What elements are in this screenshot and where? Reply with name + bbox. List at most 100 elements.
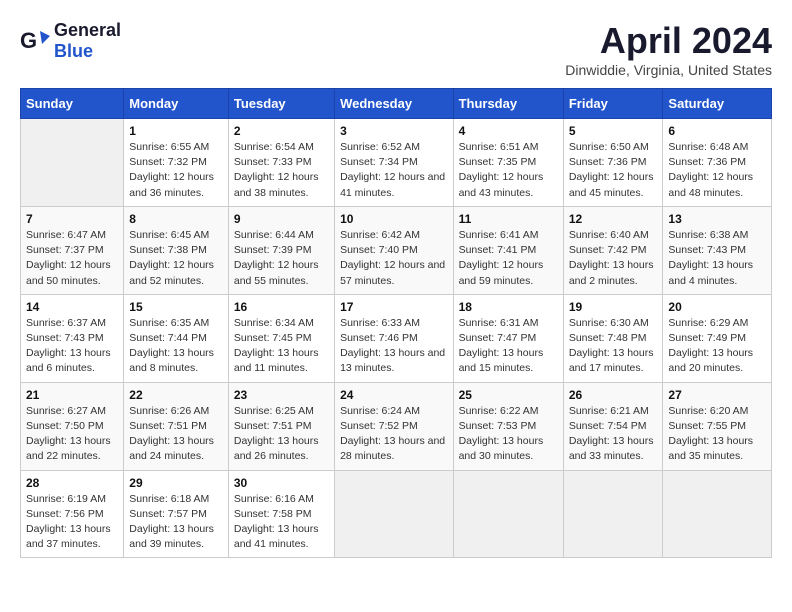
day-info: Sunrise: 6:37 AMSunset: 7:43 PMDaylight:… — [26, 316, 118, 377]
day-info: Sunrise: 6:48 AMSunset: 7:36 PMDaylight:… — [668, 140, 766, 201]
day-cell: 20 Sunrise: 6:29 AMSunset: 7:49 PMDaylig… — [663, 294, 772, 382]
day-cell: 6 Sunrise: 6:48 AMSunset: 7:36 PMDayligh… — [663, 119, 772, 207]
day-number: 16 — [234, 300, 329, 314]
day-number: 9 — [234, 212, 329, 226]
day-cell: 26 Sunrise: 6:21 AMSunset: 7:54 PMDaylig… — [563, 382, 663, 470]
header: G General Blue April 2024 Dinwiddie, Vir… — [20, 20, 772, 78]
calendar-table: SundayMondayTuesdayWednesdayThursdayFrid… — [20, 88, 772, 558]
day-info: Sunrise: 6:19 AMSunset: 7:56 PMDaylight:… — [26, 492, 118, 553]
day-cell: 16 Sunrise: 6:34 AMSunset: 7:45 PMDaylig… — [228, 294, 334, 382]
day-number: 8 — [129, 212, 223, 226]
day-cell: 8 Sunrise: 6:45 AMSunset: 7:38 PMDayligh… — [124, 206, 229, 294]
day-number: 26 — [569, 388, 658, 402]
week-row-2: 14 Sunrise: 6:37 AMSunset: 7:43 PMDaylig… — [21, 294, 772, 382]
day-info: Sunrise: 6:18 AMSunset: 7:57 PMDaylight:… — [129, 492, 223, 553]
day-info: Sunrise: 6:16 AMSunset: 7:58 PMDaylight:… — [234, 492, 329, 553]
day-number: 22 — [129, 388, 223, 402]
day-number: 12 — [569, 212, 658, 226]
day-info: Sunrise: 6:26 AMSunset: 7:51 PMDaylight:… — [129, 404, 223, 465]
day-number: 14 — [26, 300, 118, 314]
day-cell: 29 Sunrise: 6:18 AMSunset: 7:57 PMDaylig… — [124, 470, 229, 558]
week-row-4: 28 Sunrise: 6:19 AMSunset: 7:56 PMDaylig… — [21, 470, 772, 558]
logo-general: General — [54, 20, 121, 40]
day-cell: 15 Sunrise: 6:35 AMSunset: 7:44 PMDaylig… — [124, 294, 229, 382]
day-cell: 1 Sunrise: 6:55 AMSunset: 7:32 PMDayligh… — [124, 119, 229, 207]
day-cell — [21, 119, 124, 207]
day-info: Sunrise: 6:29 AMSunset: 7:49 PMDaylight:… — [668, 316, 766, 377]
day-number: 2 — [234, 124, 329, 138]
day-info: Sunrise: 6:25 AMSunset: 7:51 PMDaylight:… — [234, 404, 329, 465]
day-number: 25 — [459, 388, 558, 402]
day-cell: 22 Sunrise: 6:26 AMSunset: 7:51 PMDaylig… — [124, 382, 229, 470]
day-cell: 18 Sunrise: 6:31 AMSunset: 7:47 PMDaylig… — [453, 294, 563, 382]
day-cell: 14 Sunrise: 6:37 AMSunset: 7:43 PMDaylig… — [21, 294, 124, 382]
day-number: 23 — [234, 388, 329, 402]
day-cell: 7 Sunrise: 6:47 AMSunset: 7:37 PMDayligh… — [21, 206, 124, 294]
logo-icon: G — [20, 26, 50, 56]
col-header-monday: Monday — [124, 89, 229, 119]
day-info: Sunrise: 6:22 AMSunset: 7:53 PMDaylight:… — [459, 404, 558, 465]
day-info: Sunrise: 6:47 AMSunset: 7:37 PMDaylight:… — [26, 228, 118, 289]
week-row-1: 7 Sunrise: 6:47 AMSunset: 7:37 PMDayligh… — [21, 206, 772, 294]
day-cell: 2 Sunrise: 6:54 AMSunset: 7:33 PMDayligh… — [228, 119, 334, 207]
day-info: Sunrise: 6:50 AMSunset: 7:36 PMDaylight:… — [569, 140, 658, 201]
day-cell: 21 Sunrise: 6:27 AMSunset: 7:50 PMDaylig… — [21, 382, 124, 470]
day-info: Sunrise: 6:51 AMSunset: 7:35 PMDaylight:… — [459, 140, 558, 201]
day-info: Sunrise: 6:45 AMSunset: 7:38 PMDaylight:… — [129, 228, 223, 289]
day-info: Sunrise: 6:42 AMSunset: 7:40 PMDaylight:… — [340, 228, 447, 289]
day-info: Sunrise: 6:55 AMSunset: 7:32 PMDaylight:… — [129, 140, 223, 201]
day-number: 1 — [129, 124, 223, 138]
day-number: 28 — [26, 476, 118, 490]
main-title: April 2024 — [565, 20, 772, 62]
title-area: April 2024 Dinwiddie, Virginia, United S… — [565, 20, 772, 78]
day-number: 30 — [234, 476, 329, 490]
day-cell: 24 Sunrise: 6:24 AMSunset: 7:52 PMDaylig… — [335, 382, 453, 470]
col-header-thursday: Thursday — [453, 89, 563, 119]
logo-blue: Blue — [54, 41, 93, 61]
day-cell — [453, 470, 563, 558]
day-cell: 27 Sunrise: 6:20 AMSunset: 7:55 PMDaylig… — [663, 382, 772, 470]
day-cell: 17 Sunrise: 6:33 AMSunset: 7:46 PMDaylig… — [335, 294, 453, 382]
day-cell — [335, 470, 453, 558]
col-header-friday: Friday — [563, 89, 663, 119]
day-cell: 9 Sunrise: 6:44 AMSunset: 7:39 PMDayligh… — [228, 206, 334, 294]
day-info: Sunrise: 6:34 AMSunset: 7:45 PMDaylight:… — [234, 316, 329, 377]
day-info: Sunrise: 6:30 AMSunset: 7:48 PMDaylight:… — [569, 316, 658, 377]
week-row-0: 1 Sunrise: 6:55 AMSunset: 7:32 PMDayligh… — [21, 119, 772, 207]
day-number: 20 — [668, 300, 766, 314]
day-number: 24 — [340, 388, 447, 402]
day-number: 10 — [340, 212, 447, 226]
day-number: 27 — [668, 388, 766, 402]
svg-text:G: G — [20, 28, 37, 53]
day-info: Sunrise: 6:24 AMSunset: 7:52 PMDaylight:… — [340, 404, 447, 465]
day-info: Sunrise: 6:35 AMSunset: 7:44 PMDaylight:… — [129, 316, 223, 377]
day-info: Sunrise: 6:54 AMSunset: 7:33 PMDaylight:… — [234, 140, 329, 201]
day-cell: 11 Sunrise: 6:41 AMSunset: 7:41 PMDaylig… — [453, 206, 563, 294]
day-cell: 19 Sunrise: 6:30 AMSunset: 7:48 PMDaylig… — [563, 294, 663, 382]
day-info: Sunrise: 6:33 AMSunset: 7:46 PMDaylight:… — [340, 316, 447, 377]
day-number: 5 — [569, 124, 658, 138]
day-info: Sunrise: 6:41 AMSunset: 7:41 PMDaylight:… — [459, 228, 558, 289]
day-number: 13 — [668, 212, 766, 226]
day-number: 19 — [569, 300, 658, 314]
day-cell: 13 Sunrise: 6:38 AMSunset: 7:43 PMDaylig… — [663, 206, 772, 294]
day-cell — [663, 470, 772, 558]
day-number: 18 — [459, 300, 558, 314]
day-number: 11 — [459, 212, 558, 226]
day-cell: 28 Sunrise: 6:19 AMSunset: 7:56 PMDaylig… — [21, 470, 124, 558]
day-cell: 23 Sunrise: 6:25 AMSunset: 7:51 PMDaylig… — [228, 382, 334, 470]
day-number: 21 — [26, 388, 118, 402]
day-number: 15 — [129, 300, 223, 314]
col-header-wednesday: Wednesday — [335, 89, 453, 119]
day-cell: 5 Sunrise: 6:50 AMSunset: 7:36 PMDayligh… — [563, 119, 663, 207]
day-number: 3 — [340, 124, 447, 138]
day-info: Sunrise: 6:40 AMSunset: 7:42 PMDaylight:… — [569, 228, 658, 289]
day-cell: 25 Sunrise: 6:22 AMSunset: 7:53 PMDaylig… — [453, 382, 563, 470]
day-number: 17 — [340, 300, 447, 314]
day-info: Sunrise: 6:38 AMSunset: 7:43 PMDaylight:… — [668, 228, 766, 289]
col-header-tuesday: Tuesday — [228, 89, 334, 119]
day-cell: 12 Sunrise: 6:40 AMSunset: 7:42 PMDaylig… — [563, 206, 663, 294]
header-row: SundayMondayTuesdayWednesdayThursdayFrid… — [21, 89, 772, 119]
day-info: Sunrise: 6:27 AMSunset: 7:50 PMDaylight:… — [26, 404, 118, 465]
day-number: 4 — [459, 124, 558, 138]
